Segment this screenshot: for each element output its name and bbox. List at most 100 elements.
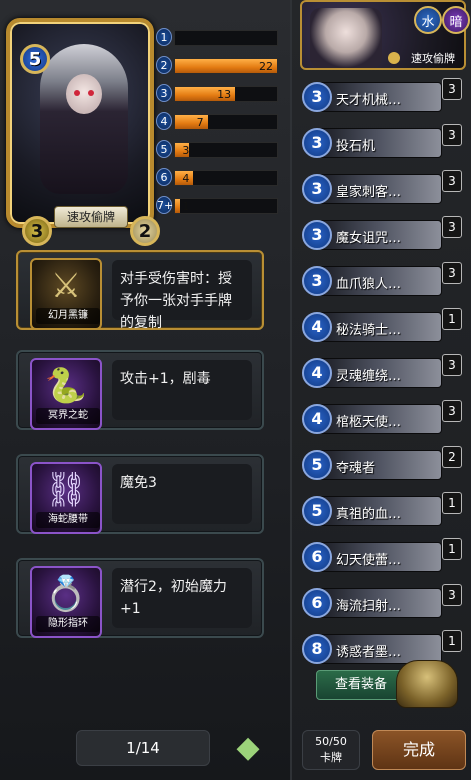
deck-hero-portrait	[310, 8, 382, 68]
dark-class-icon: 暗	[442, 6, 470, 34]
mana-bar-count: 13	[217, 88, 232, 101]
mana-bar-track: 13	[174, 86, 278, 102]
mana-bar-track: 22	[174, 58, 278, 74]
equipment-glyph: ⚔	[50, 266, 82, 306]
card-cost: 8	[302, 634, 332, 664]
deck-title: 速攻偷牌	[411, 52, 455, 65]
hero-mana-gem: 5	[20, 44, 50, 74]
hero-card[interactable]: 5 速攻偷牌 3 2	[6, 18, 160, 246]
equipment-name: 海蛇腰带	[36, 512, 100, 528]
card-name: 皇家刺客…	[336, 185, 402, 200]
mana-bar-track: 1	[174, 198, 278, 214]
next-page-arrow-icon[interactable]: ◆	[228, 728, 268, 768]
card-name: 魔女诅咒…	[336, 231, 402, 246]
card-name: 棺柩天使…	[336, 415, 402, 430]
deck-card-row[interactable]: 3 魔女诅咒… 3	[302, 216, 462, 254]
mana-bar-count: 22	[259, 60, 273, 73]
card-name: 投石机	[336, 139, 376, 154]
deck-card-row[interactable]: 4 秘法骑士… 1	[302, 308, 462, 346]
deck-card-count: 50/50 卡牌	[302, 730, 360, 770]
card-name: 天才机械…	[336, 93, 402, 108]
deck-editor-left-panel: 5 速攻偷牌 3 2 1 2 22 3 13 4 7 5 3 6 4 7+ 1 …	[0, 0, 290, 780]
deck-card-row[interactable]: 3 皇家刺客… 3	[302, 170, 462, 208]
done-button-label: 完成	[402, 740, 435, 759]
hero-attack-gem: 3	[22, 216, 52, 246]
equipment-name: 冥界之蛇	[36, 408, 100, 424]
mana-bar-count: 3	[182, 144, 190, 157]
deck-card-count-label: 卡牌	[320, 751, 342, 764]
deck-card-row[interactable]: 3 投石机 3	[302, 124, 462, 162]
hero-mana-value: 5	[28, 48, 42, 70]
equipment-slot-1[interactable]: ⚔ 幻月黑镰 对手受伤害时：授予你一张对手手牌的复制	[16, 250, 264, 331]
ring-icon: 💍 隐形指环	[30, 566, 102, 638]
card-count: 3	[442, 78, 462, 100]
equipment-slot-4[interactable]: 💍 隐形指环 潜行2，初始魔力+1	[16, 558, 264, 638]
deck-card-row[interactable]: 4 棺柩天使… 3	[302, 400, 462, 438]
equipment-name: 幻月黑镰	[36, 308, 100, 324]
helmet-icon	[396, 660, 458, 708]
deck-card-row[interactable]: 5 夺魂者 2	[302, 446, 462, 484]
card-cost: 4	[302, 312, 332, 342]
mana-curve-row-5: 5 3	[156, 140, 280, 158]
equipment-description: 攻击+1，剧毒	[112, 360, 252, 420]
card-count: 3	[442, 124, 462, 146]
card-count: 3	[442, 170, 462, 192]
hero-health-gem: 2	[130, 216, 160, 246]
equipment-glyph: 💍	[44, 574, 88, 614]
card-count: 3	[442, 216, 462, 238]
done-button[interactable]: 完成	[372, 730, 466, 770]
card-cost: 4	[302, 358, 332, 388]
mana-cost-label: 4	[156, 112, 172, 130]
deck-card-row[interactable]: 3 天才机械… 3	[302, 78, 462, 116]
card-cost: 4	[302, 404, 332, 434]
equipment-description: 对手受伤害时：授予你一张对手手牌的复制	[112, 260, 252, 331]
view-equipment-button[interactable]: 查看装备	[316, 670, 406, 700]
card-count: 2	[442, 446, 462, 468]
mana-cost-label: 5	[156, 140, 172, 158]
mana-bar-count: 4	[182, 172, 190, 185]
mana-bar-count: 1	[182, 200, 190, 213]
card-cost: 3	[302, 266, 332, 296]
equipment-slot-2[interactable]: 🐍 冥界之蛇 攻击+1，剧毒	[16, 350, 264, 430]
card-name: 血爪狼人…	[336, 277, 402, 292]
equipment-slot-3[interactable]: ⛓ 海蛇腰带 魔免3	[16, 454, 264, 534]
mana-bar-count	[175, 31, 193, 45]
card-cost: 3	[302, 128, 332, 158]
mana-cost-label: 1	[156, 28, 172, 46]
mana-bar-track	[174, 30, 278, 46]
card-cost: 3	[302, 82, 332, 112]
hero-health-value: 2	[138, 220, 152, 242]
card-name: 灵魂缠绕…	[336, 369, 402, 384]
card-count: 3	[442, 262, 462, 284]
card-cost: 5	[302, 450, 332, 480]
mana-curve-row-4: 4 7	[156, 112, 280, 130]
card-name: 夺魂者	[336, 461, 376, 476]
class-badge-water-label: 水	[421, 14, 435, 30]
deck-card-row[interactable]: 5 真祖的血… 1	[302, 492, 462, 530]
page-indicator: 1/14	[76, 730, 210, 766]
mana-cost-label: 6	[156, 168, 172, 186]
class-badge-dark-label: 暗	[449, 14, 463, 30]
mana-cost-label: 3	[156, 84, 172, 102]
hero-face	[66, 74, 102, 114]
card-name: 幻天使蕾…	[336, 553, 402, 568]
card-name: 海流扫射…	[336, 599, 402, 614]
hero-eye-left	[74, 90, 80, 96]
deck-card-count-value: 50/50	[315, 735, 347, 748]
deck-card-row[interactable]: 6 幻天使蕾… 1	[302, 538, 462, 576]
mana-bar-track: 7	[174, 114, 278, 130]
card-name: 真祖的血…	[336, 507, 402, 522]
deck-card-row[interactable]: 3 血爪狼人… 3	[302, 262, 462, 300]
card-cost: 6	[302, 588, 332, 618]
deck-card-row[interactable]: 4 灵魂缠绕… 3	[302, 354, 462, 392]
deck-header[interactable]: 水 暗 速攻偷牌	[300, 0, 470, 70]
card-cost: 5	[302, 496, 332, 526]
mana-curve-row-7: 7+ 1	[156, 196, 280, 214]
card-count: 3	[442, 354, 462, 376]
deck-card-row[interactable]: 6 海流扫射… 3	[302, 584, 462, 622]
equipment-description: 魔免3	[112, 464, 252, 524]
card-count: 1	[442, 492, 462, 514]
mana-cost-label: 2	[156, 56, 172, 74]
hero-attack-value: 3	[30, 220, 44, 242]
mana-cost-label: 7+	[156, 196, 173, 214]
